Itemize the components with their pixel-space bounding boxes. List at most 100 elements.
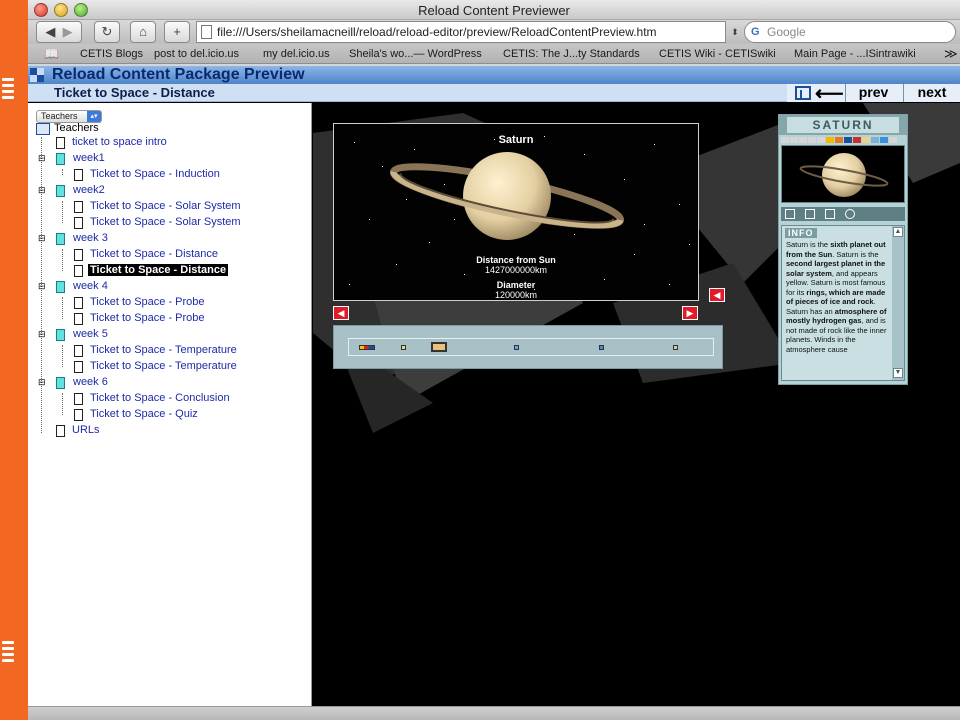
tree-item-label[interactable]: Ticket to Space - Temperature <box>90 344 237 356</box>
info-text: Saturn is the sixth planet out from the … <box>786 240 892 354</box>
tree-item-intro[interactable]: ticket to space intro <box>56 136 256 150</box>
scroll-up-icon[interactable]: ▲ <box>893 227 903 237</box>
planet-marker[interactable] <box>401 345 406 350</box>
planet-marker-selected[interactable] <box>431 342 447 352</box>
tree-item-temperature[interactable]: Ticket to Space - Temperature <box>74 360 294 374</box>
toggle-tree-icon[interactable] <box>795 86 811 100</box>
search-box[interactable]: G Google <box>744 21 956 43</box>
tree-item-quiz[interactable]: Ticket to Space - Quiz <box>74 408 294 422</box>
tree-item-label[interactable]: week 5 <box>73 328 108 340</box>
tree-item-label[interactable]: week 3 <box>73 232 108 244</box>
tree-item-temperature[interactable]: Ticket to Space - Temperature <box>74 344 294 358</box>
previous-planet-button[interactable]: ◀ <box>333 306 349 320</box>
collapse-icon[interactable]: ⊟ <box>38 378 47 387</box>
reload-button[interactable]: ↻ <box>94 21 120 43</box>
search-placeholder[interactable]: Google <box>767 25 806 39</box>
tree-item-label[interactable]: Ticket to Space - Solar System <box>90 200 241 212</box>
tree-folder-week6[interactable]: ⊟ week 6 <box>38 376 238 390</box>
bookmark-link[interactable]: post to del.icio.us <box>154 48 239 60</box>
bookmark-link[interactable]: my del.icio.us <box>263 48 330 60</box>
tree-item-probe[interactable]: Ticket to Space - Probe <box>74 296 294 310</box>
tree-item-label[interactable]: week2 <box>73 184 105 196</box>
tree-item-label[interactable]: Ticket to Space - Distance <box>90 248 218 260</box>
url-text[interactable]: file:///Users/sheilamacneill/reload/relo… <box>217 25 657 39</box>
presentation-side-strip <box>0 0 28 720</box>
tree-item-induction[interactable]: Ticket to Space - Induction <box>74 168 294 182</box>
tree-item-urls[interactable]: URLs <box>56 424 256 438</box>
collapse-icon[interactable]: ⊟ <box>38 234 47 243</box>
timeline-track <box>348 338 714 356</box>
tree-item-conclusion[interactable]: Ticket to Space - Conclusion <box>74 392 294 406</box>
bookmark-link[interactable]: Main Page - ...ISintrawiki <box>794 48 916 60</box>
home-button[interactable]: ⌂ <box>130 21 156 43</box>
tree-item-label[interactable]: Ticket to Space - Conclusion <box>90 392 230 404</box>
back-forward-buttons[interactable]: ◀ ▶ <box>36 21 82 43</box>
distance-label: Distance from Sun <box>476 255 556 265</box>
tree-item-label[interactable]: ticket to space intro <box>72 136 167 148</box>
color-swatches <box>781 137 905 143</box>
bookmarks-book-icon[interactable]: 📖 <box>44 47 59 61</box>
collapse-icon[interactable]: ⊟ <box>38 330 47 339</box>
tree-root[interactable]: Teachers <box>36 122 156 136</box>
new-tab-button[interactable]: + <box>164 21 190 43</box>
back-arrow-icon[interactable]: ◀ <box>45 24 55 39</box>
size-icon[interactable] <box>805 209 815 219</box>
scroll-down-icon[interactable]: ▼ <box>893 368 903 378</box>
tree-item-label[interactable]: Ticket to Space - Induction <box>90 168 220 180</box>
collapse-icon[interactable]: ⊟ <box>38 186 47 195</box>
tree-item-label[interactable]: Ticket to Space - Quiz <box>90 408 198 420</box>
bookmarks-overflow-button[interactable]: ≫ <box>944 46 958 62</box>
tree-connector <box>62 345 63 367</box>
tree-item-distance-selected[interactable]: Ticket to Space - Distance <box>74 264 294 278</box>
planet-marker[interactable] <box>673 345 678 350</box>
url-dropdown-icon[interactable]: ⬍ <box>730 24 740 40</box>
bookmark-link[interactable]: CETIS: The J...ty Standards <box>503 48 640 60</box>
next-planet-button[interactable]: ▶ <box>682 306 698 320</box>
tree-item-label[interactable]: Ticket to Space - Probe <box>90 312 205 324</box>
info-scrollbar[interactable]: ▲ ▼ <box>892 226 904 380</box>
chevron-updown-icon[interactable]: ▴▾ <box>87 111 101 122</box>
tree-item-solar-system[interactable]: Ticket to Space - Solar System <box>74 216 294 230</box>
address-bar[interactable]: file:///Users/sheilamacneill/reload/relo… <box>196 21 726 43</box>
planet-marker[interactable] <box>514 345 519 350</box>
arrow-left-icon: ◀ <box>337 308 345 318</box>
page-icon <box>74 393 83 405</box>
tree-item-label[interactable]: week1 <box>73 152 105 164</box>
tree-folder-week5[interactable]: ⊟ week 5 <box>38 328 238 342</box>
tree-folder-week4[interactable]: ⊟ week 4 <box>38 280 238 294</box>
tree-item-distance[interactable]: Ticket to Space - Distance <box>74 248 294 262</box>
bookmark-link[interactable]: CETIS Blogs <box>80 48 143 60</box>
tree-folder-week3[interactable]: ⊟ week 3 <box>38 232 238 246</box>
sun-marker[interactable] <box>359 345 375 350</box>
sound-toggle-button[interactable]: ◀ <box>709 288 725 302</box>
next-button[interactable]: next <box>903 84 960 102</box>
folder-icon <box>56 281 65 293</box>
tree-item-label[interactable]: week 6 <box>73 376 108 388</box>
tree-root-label[interactable]: Teachers <box>54 122 99 134</box>
collapse-icon[interactable]: ⊟ <box>38 154 47 163</box>
tree-item-label[interactable]: week 4 <box>73 280 108 292</box>
bookmark-link[interactable]: Sheila's wo...— WordPress <box>349 48 482 60</box>
clock-icon[interactable] <box>845 209 855 219</box>
tree-folder-week2[interactable]: ⊟ week2 <box>38 184 238 198</box>
tree-item-solar-system[interactable]: Ticket to Space - Solar System <box>74 200 294 214</box>
prev-button[interactable]: prev <box>845 84 901 102</box>
page-icon <box>74 217 83 229</box>
bookmark-link[interactable]: CETIS Wiki - CETISwiki <box>659 48 776 60</box>
tree-item-probe[interactable]: Ticket to Space - Probe <box>74 312 294 326</box>
temperature-icon[interactable] <box>825 209 835 219</box>
document-icon[interactable] <box>785 209 795 219</box>
planet-marker[interactable] <box>599 345 604 350</box>
role-select-value[interactable]: Teachers <box>41 111 78 121</box>
title-bar: Reload Content Previewer <box>28 0 960 20</box>
grip-icon <box>2 641 14 665</box>
tree-item-label[interactable]: Ticket to Space - Probe <box>90 296 205 308</box>
tree-item-label[interactable]: Ticket to Space - Temperature <box>90 360 237 372</box>
tree-item-label[interactable]: Ticket to Space - Solar System <box>90 216 241 228</box>
info-text-box[interactable]: INFO Saturn is the sixth planet out from… <box>781 225 905 381</box>
tree-item-label[interactable]: URLs <box>72 424 100 436</box>
tree-item-label[interactable]: Ticket to Space - Distance <box>88 264 229 276</box>
forward-arrow-icon[interactable]: ▶ <box>63 24 73 39</box>
collapse-icon[interactable]: ⊟ <box>38 282 47 291</box>
tree-folder-week1[interactable]: ⊟ week1 <box>38 152 238 166</box>
